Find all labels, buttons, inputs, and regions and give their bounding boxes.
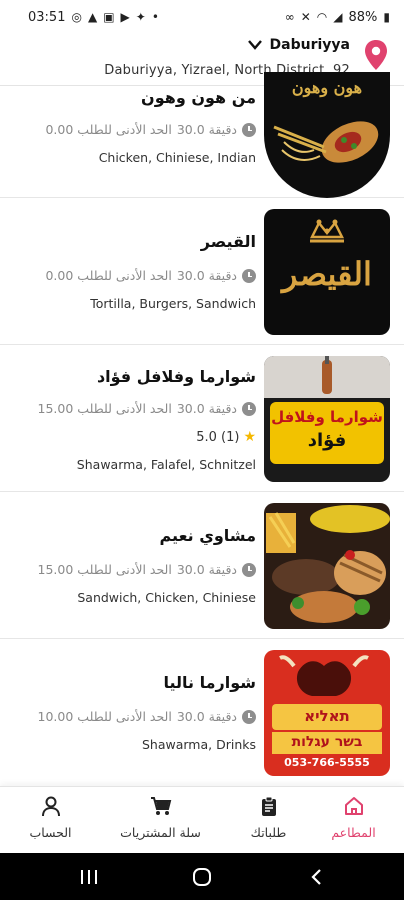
restaurant-meta: 0.00 الحد الأدنى للطلب 30.0 دقيقة (45, 122, 256, 137)
min-order: 0.00 الحد الأدنى للطلب (45, 122, 172, 137)
restaurant-logo-subtext: בשר עגלות (291, 734, 363, 750)
nav-account[interactable]: الحساب (0, 787, 101, 854)
system-nav-bar (0, 853, 404, 900)
person-icon (41, 796, 60, 817)
home-button-icon[interactable] (192, 867, 212, 887)
restaurant-tags: Sandwich, Chicken, Chiniese (77, 590, 256, 605)
restaurant-name: من هون وهون (141, 88, 256, 107)
restaurant-logo-text: תאליא (304, 707, 350, 725)
restaurant-tags: Shawarma, Falafel, Schnitzel (76, 457, 256, 472)
restaurant-card[interactable]: هون وهون من هون وهون 0.00 الحد الأدنى لل… (0, 72, 404, 198)
restaurant-name: شوارما ناليا (163, 673, 256, 692)
restaurant-tags: Shawarma, Drinks (141, 737, 256, 752)
restaurant-list: هون وهون من هون وهون 0.00 الحد الأدنى لل… (0, 72, 404, 786)
clock-icon (242, 709, 256, 724)
restaurant-image: القيصر (264, 209, 390, 335)
restaurant-card[interactable]: شوارما وفلافل فؤاد شوارما وفلافل فؤاد 15… (0, 345, 404, 492)
nav-cart[interactable]: سلة المشتريات (110, 787, 211, 854)
restaurant-tags: Chicken, Chiniese, Indian (98, 150, 256, 165)
clipboard-icon (261, 796, 276, 816)
star-icon: ★ (243, 429, 256, 445)
status-time: 03:51 (28, 9, 66, 25)
restaurant-logo-text: هون وهون (291, 78, 363, 97)
restaurant-meta: 15.00 الحد الأدنى للطلب 30.0 دقيقة (38, 401, 256, 416)
restaurant-image: هون وهون (264, 72, 390, 198)
nav-orders-label: طلباتك (250, 825, 287, 840)
restaurant-meta: 0.00 الحد الأدنى للطلب 30.0 دقيقة (45, 268, 256, 283)
instagram-icon: ▣ (103, 10, 115, 24)
clock-icon (242, 401, 256, 416)
clock-icon (242, 268, 256, 283)
link-icon: ∞ (284, 10, 295, 24)
restaurant-image (264, 503, 390, 629)
restaurant-card[interactable]: مشاوي نعيم 15.00 الحد الأدنى للطلب 30.0 … (0, 492, 404, 639)
restaurant-image: شوارما وفلافل فؤاد (264, 356, 390, 482)
dot-icon: • (151, 10, 159, 24)
youtube-icon: ▶ (120, 10, 130, 24)
battery-percent: 88% (348, 9, 378, 25)
delivery-time: 30.0 دقيقة (176, 562, 237, 577)
wifi-icon: ◠ (316, 10, 328, 24)
restaurant-image: תאליא בשר עגלות 053-766-5555 (264, 650, 390, 776)
bottom-nav: المطاعم طلباتك سلة المشتريات الحساب (0, 786, 404, 853)
location-pin-icon[interactable] (364, 40, 388, 70)
location-selector[interactable]: Daburiyya (247, 37, 350, 53)
location-city: Daburiyya (269, 37, 350, 53)
restaurant-meta: 15.00 الحد الأدنى للطلب 30.0 دقيقة (38, 562, 256, 577)
warning-icon: ▲ (87, 10, 98, 24)
min-order: 15.00 الحد الأدنى للطلب (37, 562, 172, 577)
delivery-time: 30.0 دقيقة (176, 401, 237, 416)
delivery-time: 30.0 دقيقة (176, 268, 237, 283)
min-order: 10.00 الحد الأدنى للطلب (37, 709, 172, 724)
restaurant-meta: 10.00 الحد الأدنى للطلب 30.0 دقيقة (38, 709, 256, 724)
restaurant-name: شوارما وفلافل فؤاد (96, 367, 256, 386)
battery-icon: ▮ (383, 10, 390, 24)
min-order: 15.00 الحد الأدنى للطلب (37, 401, 172, 416)
chevron-down-icon (247, 40, 262, 50)
nav-cart-label: سلة المشتريات (120, 825, 201, 840)
restaurant-logo-subtext: فؤاد (307, 430, 347, 451)
recent-apps-icon[interactable] (80, 869, 98, 885)
delivery-time: 30.0 دقيقة (176, 122, 237, 137)
min-order: 0.00 الحد الأدنى للطلب (45, 268, 172, 283)
restaurant-card[interactable]: תאליא בשר עגלות 053-766-5555 شوارما نالي… (0, 639, 404, 786)
mute-icon: ✕ (300, 10, 311, 24)
rating-value: 5.0 (1) (196, 429, 240, 445)
whatsapp-icon: ◎ (71, 10, 82, 24)
restaurant-logo-text: القيصر (282, 255, 372, 293)
clock-icon (242, 122, 256, 137)
restaurant-rating: 5.0 (1) ★ (196, 429, 256, 445)
signal-icon: ◢ (333, 10, 343, 24)
status-bar: 03:51 ◎ ▲ ▣ ▶ ✦ • ∞ ✕ ◠ ◢ 88% ▮ (0, 0, 404, 34)
restaurant-name: مشاوي نعيم (159, 526, 257, 545)
back-icon[interactable] (310, 868, 322, 886)
restaurant-tags: Tortilla, Burgers, Sandwich (90, 296, 256, 311)
nav-orders[interactable]: طلباتك (218, 787, 319, 854)
home-icon (344, 797, 363, 815)
clock-icon (242, 562, 256, 577)
restaurant-card[interactable]: القيصر القيصر 0.00 الحد الأدنى للطلب 30.… (0, 198, 404, 345)
twitter-icon: ✦ (135, 10, 146, 24)
restaurant-logo-text: شوارما وفلافل (271, 408, 383, 426)
cart-icon (150, 797, 171, 815)
restaurant-name: القيصر (200, 232, 256, 251)
nav-account-label: الحساب (29, 825, 72, 840)
restaurant-logo-phone: 053-766-5555 (284, 756, 370, 769)
delivery-time: 30.0 دقيقة (176, 709, 237, 724)
